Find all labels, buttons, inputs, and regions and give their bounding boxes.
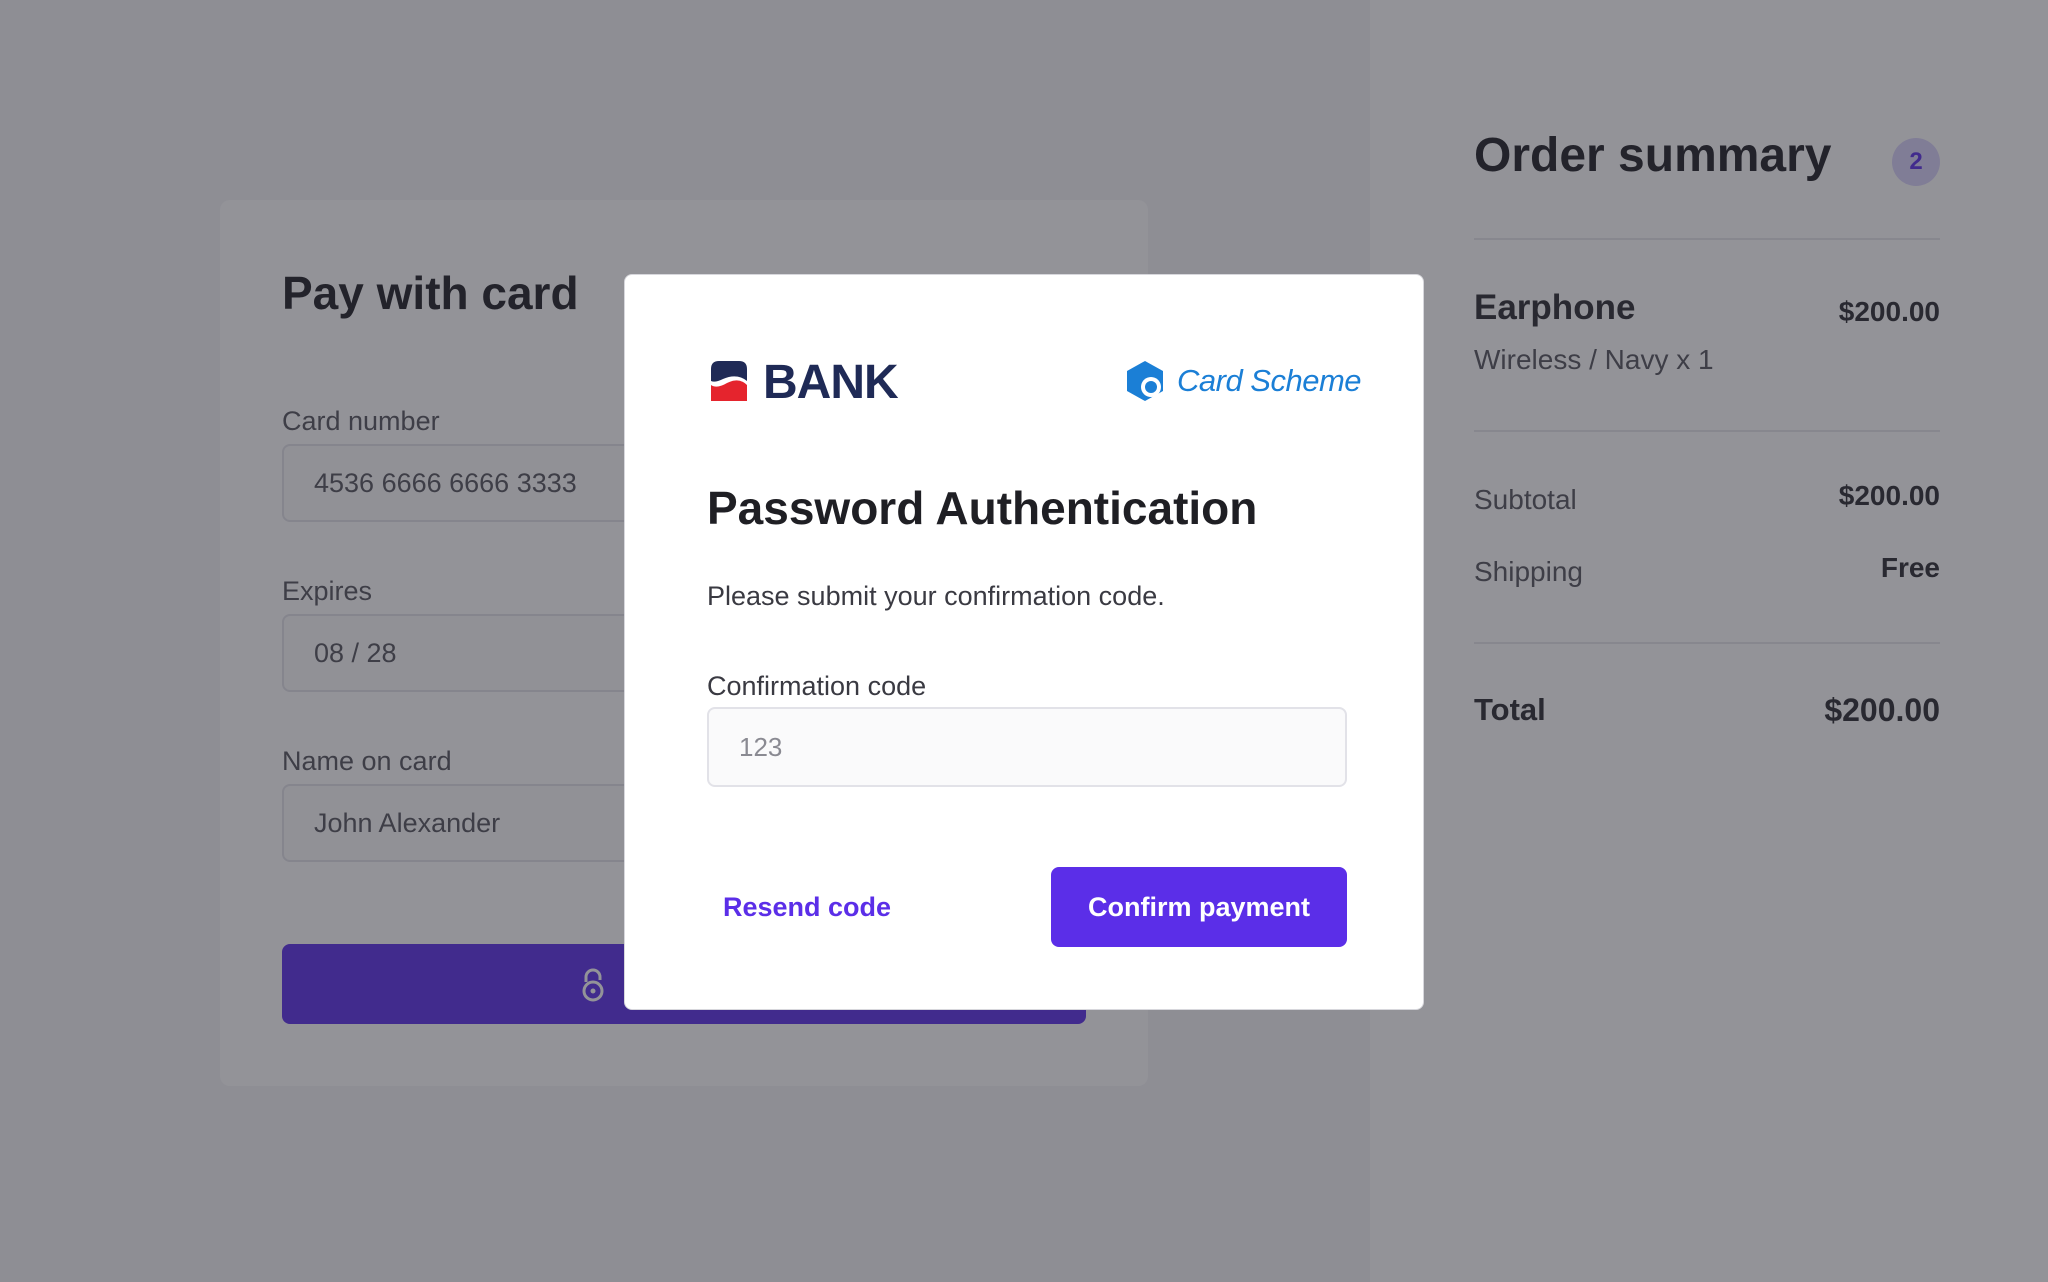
confirm-payment-button[interactable]: Confirm payment	[1051, 867, 1347, 947]
bank-name: BANK	[763, 356, 899, 409]
confirmation-code-label: Confirmation code	[707, 671, 927, 701]
card-scheme-logo: Card Scheme	[1123, 357, 1383, 405]
authentication-dialog: BANK Card Scheme Password Authentication…	[624, 274, 1424, 1010]
dialog-title: Password Authentication	[707, 482, 1258, 534]
bank-flag-icon	[711, 361, 747, 401]
confirmation-code-input[interactable]	[707, 707, 1347, 787]
card-scheme-name: Card Scheme	[1177, 363, 1362, 398]
resend-code-button[interactable]: Resend code	[707, 867, 927, 947]
dialog-description: Please submit your confirmation code.	[707, 581, 1165, 611]
card-scheme-icon	[1127, 361, 1163, 401]
